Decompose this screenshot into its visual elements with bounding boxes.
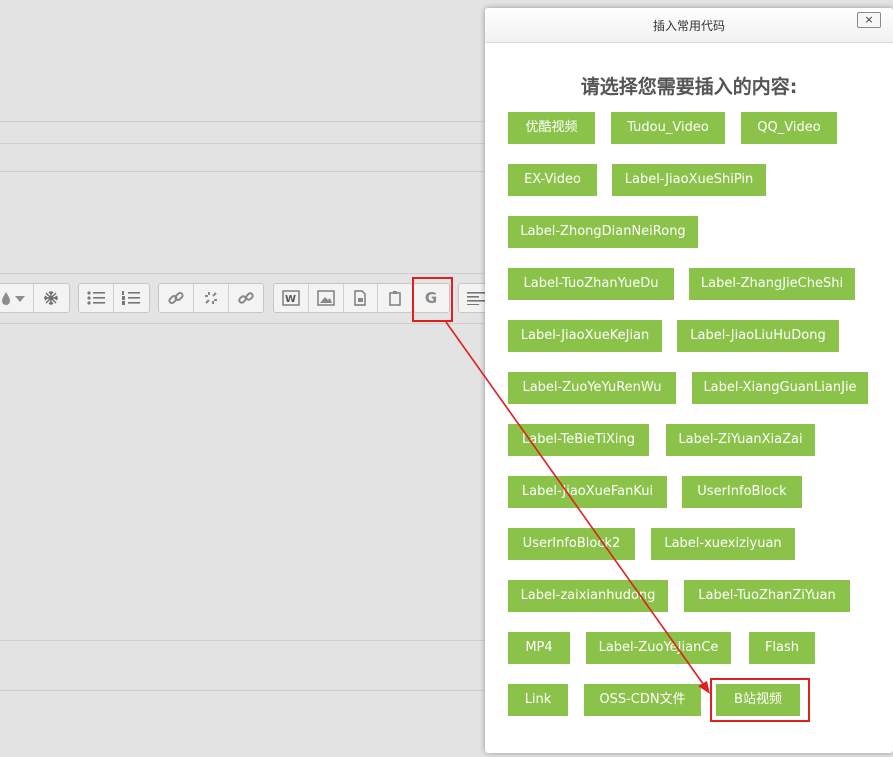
anchor-link-icon[interactable]	[229, 284, 263, 312]
insert-option-button[interactable]: Label-JiaoXueKeJian	[508, 320, 662, 352]
insert-option-button[interactable]: Label-zaixianhudong	[508, 580, 668, 612]
insert-option-button[interactable]: Flash	[749, 632, 815, 664]
clipboard-icon[interactable]	[378, 284, 412, 312]
color-dropdown-icon[interactable]	[0, 284, 34, 312]
image-icon[interactable]	[309, 284, 344, 312]
insert-option-button[interactable]: Label-XiangGuanLianJie	[692, 372, 868, 404]
insert-option-button[interactable]: Label-JiaoXueShiPin	[612, 164, 766, 196]
divider	[0, 273, 485, 274]
numbered-list-icon[interactable]	[114, 284, 148, 312]
toolbar-group-insert: W	[273, 283, 413, 313]
divider	[0, 143, 485, 144]
insert-option-button[interactable]: MP4	[508, 632, 570, 664]
unlink-icon[interactable]	[194, 284, 229, 312]
insert-option-button[interactable]: Label-ZuoYeYuRenWu	[508, 372, 676, 404]
insert-option-button[interactable]: Label-ZuoYeJianCe	[586, 632, 731, 664]
media-icon[interactable]	[344, 284, 379, 312]
insert-option-button[interactable]: Tudou_Video	[611, 112, 725, 144]
insert-option-button[interactable]: Label-ZhongDianNeiRong	[508, 216, 698, 248]
insert-option-button[interactable]: Link	[508, 684, 568, 716]
toolbar-group-format	[0, 283, 70, 313]
insert-option-button[interactable]: Label-TuoZhanYueDu	[508, 268, 674, 300]
insert-code-dialog: 插入常用代码 × 请选择您需要插入的内容: 优酷视频 Tudou_Video Q…	[485, 8, 893, 753]
divider	[0, 121, 485, 122]
divider	[0, 323, 485, 324]
highlight-box-g-button	[412, 277, 453, 322]
toolbar-group-links	[158, 283, 264, 313]
insert-option-button[interactable]: UserInfoBlock2	[508, 528, 635, 560]
highlight-box-bilibili	[710, 678, 810, 722]
dialog-header: 插入常用代码 ×	[485, 8, 893, 43]
divider	[0, 171, 485, 172]
insert-option-button[interactable]: Label-JiaoLiuHuDong	[677, 320, 839, 352]
dialog-title: 插入常用代码	[652, 19, 725, 33]
insert-option-button[interactable]: QQ_Video	[741, 112, 837, 144]
bullet-list-icon[interactable]	[79, 284, 114, 312]
insert-option-button[interactable]: Label-JiaoXueFanKui	[508, 476, 667, 508]
divider	[0, 690, 485, 691]
snowflake-icon[interactable]	[34, 284, 68, 312]
close-button[interactable]: ×	[857, 12, 881, 28]
insert-option-button[interactable]: Label-ZhangJieCheShi	[689, 268, 855, 300]
insert-option-button[interactable]: EX-Video	[508, 164, 597, 196]
insert-option-button[interactable]: UserInfoBlock	[682, 476, 802, 508]
word-paste-icon[interactable]: W	[274, 284, 309, 312]
insert-option-button[interactable]: Label-xuexiziyuan	[651, 528, 795, 560]
toolbar-group-lists	[78, 283, 150, 313]
insert-option-button[interactable]: Label-TuoZhanZiYuan	[684, 580, 850, 612]
divider	[0, 640, 485, 641]
link-icon[interactable]	[159, 284, 194, 312]
svg-text:W: W	[285, 294, 296, 305]
insert-option-button[interactable]: Label-TeBieTiXing	[508, 424, 649, 456]
insert-option-button[interactable]: Label-ZiYuanXiaZai	[666, 424, 815, 456]
insert-option-button[interactable]: 优酷视频	[508, 112, 595, 144]
dialog-heading: 请选择您需要插入的内容:	[580, 76, 798, 98]
insert-option-button[interactable]: OSS-CDN文件	[584, 684, 701, 716]
